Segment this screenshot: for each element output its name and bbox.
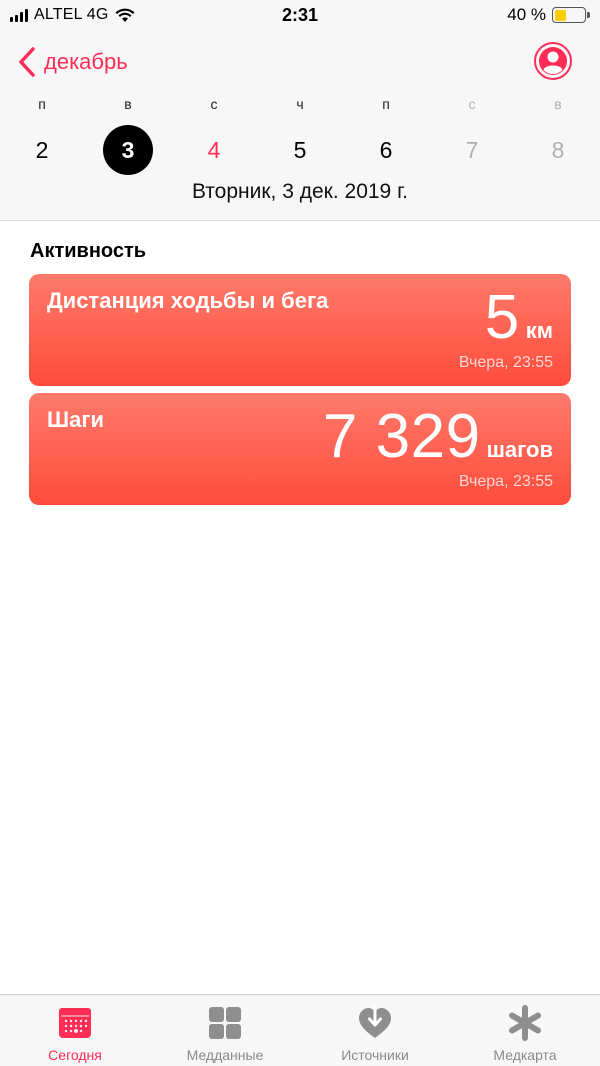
weekday-label: в: [124, 96, 132, 112]
tab-health-data[interactable]: Медданные: [150, 995, 300, 1066]
card-value-number: 7 329: [322, 402, 481, 471]
day-6[interactable]: 6: [351, 124, 421, 176]
day-number: 8: [551, 136, 565, 163]
chevron-left-icon: [19, 47, 35, 77]
day-3-selected[interactable]: 3: [93, 124, 163, 176]
day-number: 4: [207, 136, 221, 163]
back-label: декабрь: [44, 49, 128, 74]
status-bar: ALTEL 4G 2:31 40 %: [0, 0, 600, 32]
card-value-unit: шагов: [486, 437, 553, 462]
header-area: ALTEL 4G 2:31 40 % декабрь п в с ч п с в…: [0, 0, 600, 221]
tab-label: Медкарта: [493, 1047, 557, 1063]
card-title: Шаги: [47, 407, 105, 432]
tab-sources[interactable]: Источники: [300, 995, 450, 1066]
card-title: Дистанция ходьбы и бега: [47, 288, 329, 313]
back-button[interactable]: декабрь: [16, 44, 128, 80]
selected-date-label: Вторник, 3 дек. 2019 г.: [191, 180, 409, 203]
tab-today[interactable]: Сегодня: [0, 995, 150, 1066]
card-value-number: 5: [484, 283, 520, 352]
day-number: 2: [35, 136, 49, 163]
card-value: 5 км: [485, 282, 553, 353]
steps-card[interactable]: Шаги 7 329 шагов Вчера, 23:55: [29, 393, 571, 505]
battery-icon: [552, 7, 590, 23]
day-8[interactable]: 8: [523, 124, 593, 176]
calendar-icon: [59, 1008, 91, 1038]
grid-icon: [209, 1007, 241, 1039]
tab-bar: Сегодня Медданные Источники Медкарта: [0, 994, 600, 1066]
card-timestamp: Вчера, 23:55: [458, 473, 553, 490]
weekday-label: с: [468, 96, 476, 112]
day-number: 3: [103, 125, 153, 175]
day-5[interactable]: 5: [265, 124, 335, 176]
tab-label: Источники: [341, 1047, 409, 1063]
person-icon: [539, 47, 567, 75]
weekday-label: п: [38, 96, 46, 112]
weekday-label: с: [210, 96, 218, 112]
status-right: 40 %: [507, 5, 590, 25]
weekday-label: ч: [296, 96, 304, 112]
health-app-screen: ALTEL 4G 2:31 40 % декабрь п в с ч п с в…: [0, 0, 600, 1066]
card-value-unit: км: [525, 318, 553, 343]
day-2[interactable]: 2: [7, 124, 77, 176]
weekday-row: п в с ч п с в: [0, 96, 600, 112]
day-7[interactable]: 7: [437, 124, 507, 176]
tab-label: Медданные: [186, 1047, 264, 1063]
walking-distance-card[interactable]: Дистанция ходьбы и бега 5 км Вчера, 23:5…: [29, 274, 571, 386]
card-value: 7 329 шагов: [323, 401, 553, 472]
weekday-label: в: [554, 96, 562, 112]
profile-button[interactable]: [534, 42, 572, 80]
section-title: Активность: [30, 240, 147, 262]
day-number: 7: [465, 136, 479, 163]
day-number: 6: [379, 136, 393, 163]
heart-download-icon: [359, 1005, 391, 1038]
card-timestamp: Вчера, 23:55: [458, 354, 553, 371]
day-4-today[interactable]: 4: [179, 124, 249, 176]
tab-label: Сегодня: [48, 1047, 102, 1063]
weekday-label: п: [382, 96, 390, 112]
battery-percent: 40 %: [507, 5, 546, 24]
asterisk-icon: [509, 1005, 541, 1041]
day-number: 5: [293, 136, 307, 163]
day-row: 2 3 4 5 6 7 8: [0, 124, 600, 176]
tab-medical-id[interactable]: Медкарта: [450, 995, 600, 1066]
